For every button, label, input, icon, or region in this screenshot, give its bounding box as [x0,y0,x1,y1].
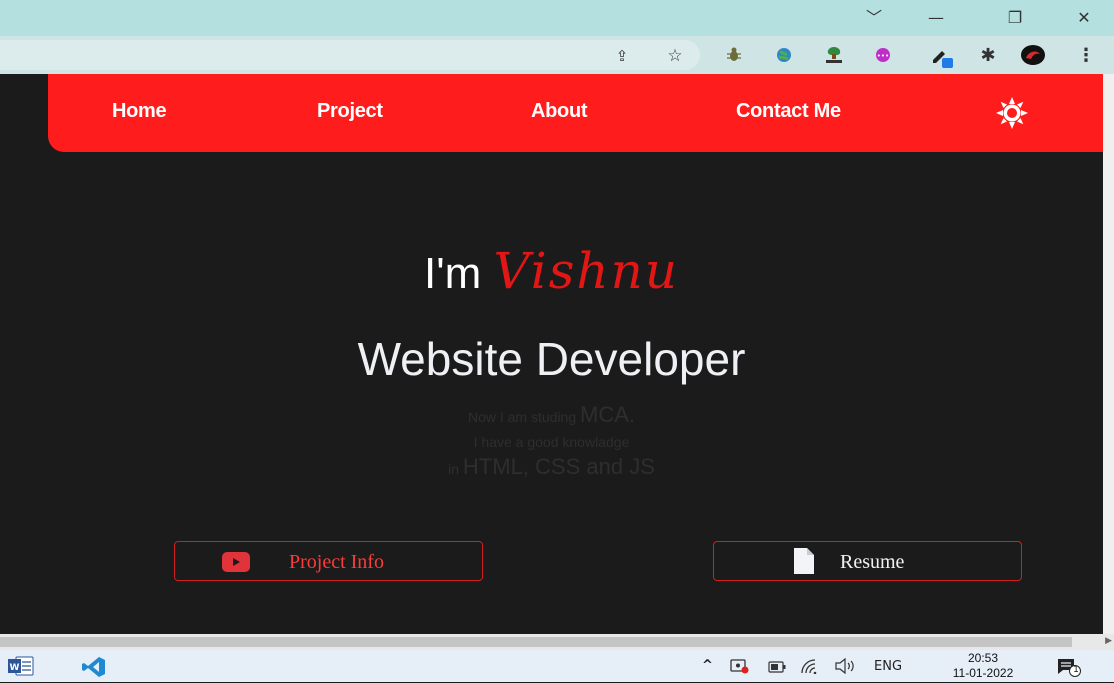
system-clock[interactable]: 20:53 11-01-2022 [940,651,1026,681]
description-line-2: I have a good knowladge [473,434,630,450]
notification-center-icon[interactable]: 1 [1056,657,1082,682]
tab-search-button[interactable]: ﹀ [858,6,890,30]
browser-title-bar: ﹀ — ❐ ✕ [0,0,1114,36]
browser-toolbar: ⇪ ☆ ••• ✱ ⋮ [0,36,1114,74]
share-icon[interactable]: ⇪ [612,46,632,66]
nav-about-link[interactable]: About [531,100,588,123]
menu-kebab-icon[interactable]: ⋮ [1076,46,1096,66]
project-info-label: Project Info [289,551,384,573]
document-icon [794,548,814,580]
profile-avatar-icon[interactable] [1020,44,1046,66]
description-line-3-emphasis: HTML, CSS and JS [462,454,655,479]
svg-text:W: W [10,663,20,673]
description-line-1-emphasis: MCA. [580,402,636,427]
vertical-scrollbar[interactable] [1103,74,1114,634]
nav-contact-link[interactable]: Contact Me [736,100,841,123]
nav-project-link[interactable]: Project [317,100,383,123]
minimize-button[interactable]: — [920,6,952,30]
clock-date: 11-01-2022 [952,666,1014,680]
volume-icon[interactable] [834,657,856,679]
battery-icon[interactable] [768,660,786,678]
eyedropper-extension-icon[interactable] [930,46,953,68]
clock-time: 20:53 [967,651,999,665]
windows-taskbar: W ^ ENG 20:53 11-01-2022 1 [0,650,1114,682]
web-page: Home Project About Contact Me I'm Vishnu… [0,74,1103,634]
top-navigation: Home Project About Contact Me [48,74,1103,152]
resume-button[interactable]: Resume [713,541,1022,581]
vscode-icon[interactable] [82,656,106,683]
hero-name: Vishnu [493,242,679,300]
purple-extension-icon[interactable]: ••• [873,46,893,66]
bookmark-star-icon[interactable]: ☆ [665,46,685,66]
svg-text:•••: ••• [877,52,889,60]
globe-extension-icon[interactable] [774,46,794,66]
wifi-icon[interactable] [800,658,820,679]
show-hidden-icons-chevron[interactable]: ^ [702,658,713,673]
description-line-1-prefix: Now I am studing [467,409,577,425]
horizontal-scrollbar[interactable]: ▶ [0,634,1114,650]
input-language-indicator[interactable]: ENG [874,659,902,674]
description-line-3-prefix: in [448,461,460,477]
project-info-button[interactable]: Project Info [174,541,483,581]
description-line-1: Now I am studing MCA. [0,402,1103,428]
scroll-right-arrow-icon[interactable]: ▶ [1105,636,1112,646]
html-extension-icon[interactable] [824,46,844,66]
close-button[interactable]: ✕ [1068,6,1100,30]
youtube-icon [222,552,250,578]
puzzle-extensions-icon[interactable]: ✱ [978,46,998,66]
description-line-3: in HTML, CSS and JS [0,454,1103,480]
address-bar[interactable] [0,40,700,70]
notification-count: 1 [1073,664,1079,674]
word-icon[interactable]: W [8,656,34,681]
sun-icon[interactable] [994,95,1030,131]
hero-intro: I'm [423,249,482,298]
bug-extension-icon[interactable] [724,46,744,66]
resume-label: Resume [840,551,905,573]
restore-button[interactable]: ❐ [999,6,1031,30]
meet-now-icon[interactable] [730,658,750,679]
hero-role: Website Developer [357,333,746,385]
nav-home-link[interactable]: Home [112,100,167,123]
horizontal-scrollbar-thumb[interactable] [0,637,1072,647]
hero-heading: I'm Vishnu [0,242,1103,300]
